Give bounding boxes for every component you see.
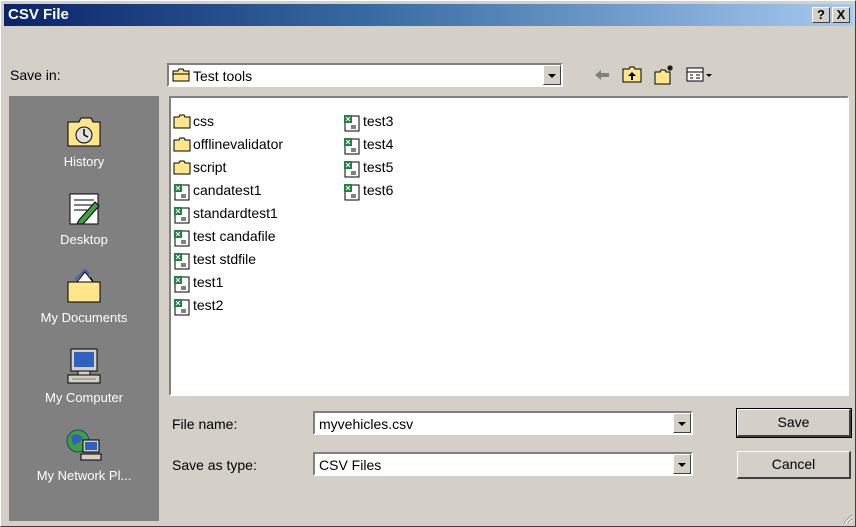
folder-icon [172,68,190,82]
folder-icon [173,114,191,129]
save-in-value: Test tools [193,68,253,84]
up-folder-icon[interactable] [621,64,643,86]
folder-icon [173,160,191,175]
excel-file-icon [344,161,360,178]
desktop-icon [69,193,100,225]
places-desktop-label: Desktop [60,232,108,247]
cancel-button[interactable]: Cancel [737,451,851,479]
places-my-network[interactable]: My Network Pl... [9,426,159,483]
my-documents-icon [67,268,101,303]
places-my-network-label: My Network Pl... [36,468,132,483]
save-in-dropdown-button[interactable] [543,65,561,85]
folder-icon [173,137,191,152]
save-dialog: CSV File ? X Save in: Test tools History… [0,0,856,527]
save-in-combo[interactable]: Test tools [167,63,563,87]
save-as-type-value: CSV Files [319,457,382,473]
window-title: CSV File [8,6,69,23]
excel-file-icon [174,276,190,293]
excel-file-icon [174,253,190,270]
places-bar: History Desktop My Documents My Computer… [9,96,159,521]
excel-file-icon [344,138,360,155]
network-places-icon [66,429,102,461]
excel-file-icon [174,184,190,201]
help-button[interactable]: ? [812,7,830,23]
save-as-type-select[interactable]: CSV Files [313,452,693,476]
file-name-input[interactable]: myvehicles.csv [313,411,693,435]
file-name-dropdown-button[interactable] [673,413,691,433]
close-button[interactable]: X [832,7,850,23]
save-as-type-dropdown-button[interactable] [673,454,691,474]
excel-file-icon [174,207,190,224]
places-my-documents[interactable]: My Documents [9,268,159,325]
file-name-value: myvehicles.csv [319,416,414,432]
file-name-label: File name: [172,416,238,432]
history-icon [67,117,101,147]
my-computer-icon [67,348,101,384]
save-in-label: Save in: [10,67,61,83]
places-history-label: History [63,154,105,169]
excel-file-icon [344,184,360,201]
back-arrow-icon[interactable] [591,64,613,86]
places-desktop[interactable]: Desktop [9,190,159,247]
excel-file-icon [174,230,190,247]
new-folder-icon[interactable] [653,64,675,86]
title-bar[interactable]: CSV File ? X [4,4,853,26]
file-list[interactable]: css offlinevalidator script candatest1 s… [169,96,849,396]
places-my-computer-label: My Computer [44,390,124,405]
view-menu-icon[interactable] [685,64,715,86]
places-my-computer[interactable]: My Computer [9,346,159,405]
resize-grip-icon[interactable] [841,512,853,524]
excel-file-icon [174,299,190,316]
save-button[interactable]: Save [736,408,852,438]
save-as-type-label: Save as type: [172,457,257,473]
excel-file-icon [344,115,360,132]
places-history[interactable]: History [9,112,159,169]
places-my-documents-label: My Documents [40,310,128,325]
